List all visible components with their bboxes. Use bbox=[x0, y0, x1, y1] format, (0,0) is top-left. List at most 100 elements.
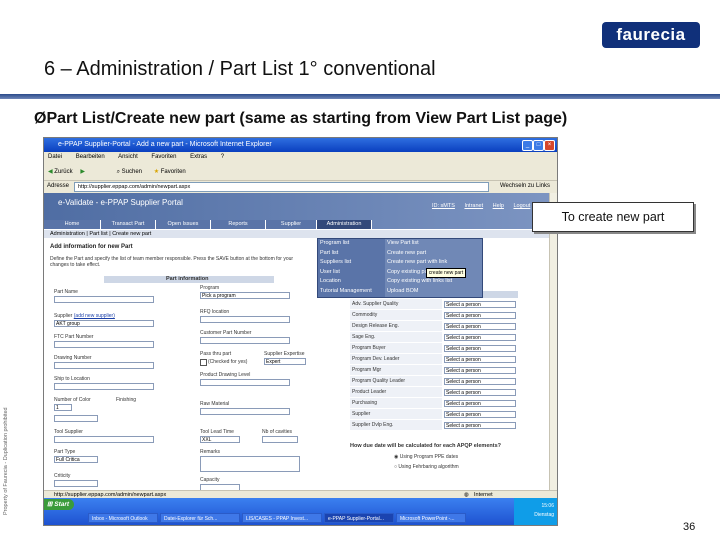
menu-favorites[interactable]: Favoriten bbox=[151, 154, 176, 160]
links-label[interactable]: Links bbox=[536, 181, 550, 192]
back-icon[interactable]: ◀ bbox=[48, 169, 53, 175]
taskbar-item-powerpoint[interactable]: Microsoft PowerPoint -... bbox=[396, 513, 466, 523]
supplier-expertise-select[interactable]: Expert bbox=[264, 358, 306, 365]
submenu-item-view-part-list[interactable]: View Part list bbox=[387, 239, 419, 249]
supplier-label-text: Supplier bbox=[54, 313, 73, 319]
go-button[interactable]: Wechseln zu bbox=[500, 181, 534, 192]
submenu-item-create-new-part[interactable]: Create new part bbox=[387, 249, 426, 259]
tool-supplier-input[interactable] bbox=[54, 436, 154, 443]
program-select[interactable]: Pick a program bbox=[200, 292, 290, 299]
ftc-part-number-input[interactable] bbox=[54, 341, 154, 348]
submenu-item-create-with-link[interactable]: Create new part with link bbox=[387, 258, 447, 268]
breadcrumb-part-list[interactable]: Part list bbox=[89, 231, 107, 237]
ftc-part-number-label: FTC Part Number bbox=[54, 334, 94, 340]
breadcrumb-administration[interactable]: Administration bbox=[44, 231, 85, 237]
tab-home[interactable]: Home bbox=[44, 220, 101, 229]
finishing-input[interactable] bbox=[54, 415, 98, 422]
role-person-select[interactable]: Select a person bbox=[444, 333, 516, 341]
drawing-number-input[interactable] bbox=[54, 362, 154, 369]
section-description: Define the Part and specify the list of … bbox=[50, 256, 294, 268]
search-button-label[interactable]: Suchen bbox=[122, 169, 142, 175]
rfq-location-input[interactable] bbox=[200, 316, 290, 323]
role-person-select[interactable]: Select a person bbox=[444, 355, 516, 363]
remarks-textarea[interactable] bbox=[200, 456, 300, 472]
product-drawing-level-input[interactable] bbox=[200, 379, 290, 386]
customer-part-number-input[interactable] bbox=[200, 337, 290, 344]
start-button[interactable]: ⊞ Start bbox=[44, 499, 74, 510]
forward-icon[interactable]: ▶ bbox=[80, 169, 85, 175]
tab-supplier[interactable]: Supplier bbox=[266, 220, 317, 229]
menu-bar: Datei Bearbeiten Ansicht Favoriten Extra… bbox=[44, 152, 557, 163]
address-input[interactable]: http://supplier.eppap.com/admin/newpart.… bbox=[74, 182, 489, 192]
role-person-select[interactable]: Select a person bbox=[444, 344, 516, 352]
maximize-button[interactable]: □ bbox=[533, 140, 544, 151]
taskbar: ⊞ Start Inbox - Microsoft Outlook Datei-… bbox=[44, 498, 557, 525]
pass-thru-checkbox[interactable] bbox=[200, 359, 207, 366]
tab-administration[interactable]: Administration bbox=[317, 220, 372, 229]
menu-item-user-list[interactable]: User list bbox=[320, 268, 340, 278]
submenu-item-copy-links[interactable]: Copy existing with links list bbox=[387, 277, 452, 287]
menu-file[interactable]: Datei bbox=[48, 154, 62, 160]
menu-edit[interactable]: Bearbeiten bbox=[76, 154, 105, 160]
submenu-item-copy-existing[interactable]: Copy existing part bbox=[387, 268, 431, 278]
tool-lead-time-select[interactable]: XXL bbox=[200, 436, 240, 443]
menu-item-suppliers-list[interactable]: Suppliers list bbox=[320, 258, 351, 268]
radio-selected-icon[interactable]: ◉ bbox=[394, 454, 398, 460]
part-name-input[interactable] bbox=[54, 296, 154, 303]
menu-help[interactable]: ? bbox=[221, 154, 224, 160]
part-type-select[interactable]: Full Critica bbox=[54, 456, 98, 463]
part-info-header: Part information bbox=[104, 276, 274, 283]
search-icon[interactable]: ⌕ bbox=[117, 169, 120, 175]
back-button-label[interactable]: Zurück bbox=[54, 169, 72, 175]
close-button[interactable]: × bbox=[544, 140, 555, 151]
tray-clock: 15:06 bbox=[541, 503, 554, 509]
role-person-select[interactable]: Select a person bbox=[444, 366, 516, 374]
menu-item-location[interactable]: Location bbox=[320, 277, 341, 287]
taskbar-item-supplier-portal[interactable]: e-PPAP Supplier-Portal... bbox=[324, 513, 394, 523]
tab-open-issues[interactable]: Open Issues bbox=[156, 220, 211, 229]
tab-reports[interactable]: Reports bbox=[211, 220, 266, 229]
menu-view[interactable]: Ansicht bbox=[118, 154, 138, 160]
role-person-select[interactable]: Select a person bbox=[444, 377, 516, 385]
supplier-select[interactable]: AKT group bbox=[54, 320, 154, 327]
role-person-select[interactable]: Select a person bbox=[444, 300, 516, 308]
breadcrumb-create-new-part[interactable]: Create new part bbox=[112, 231, 151, 237]
menu-item-program-list[interactable]: Program list bbox=[320, 239, 349, 249]
menu-item-part-list[interactable]: Part list bbox=[320, 249, 338, 259]
role-person-select[interactable]: Select a person bbox=[444, 399, 516, 407]
help-link[interactable]: Help bbox=[493, 203, 504, 209]
tray-day: Dienstag bbox=[534, 512, 554, 518]
page-scrollbar[interactable] bbox=[549, 193, 557, 490]
tab-transact-part[interactable]: Transact Part bbox=[101, 220, 156, 229]
raw-material-input[interactable] bbox=[200, 408, 290, 415]
radio-program-ppe[interactable]: ◉ Using Program PPE dates bbox=[394, 454, 458, 460]
role-person-select[interactable]: Select a person bbox=[444, 410, 516, 418]
taskbar-item-outlook[interactable]: Inbox - Microsoft Outlook bbox=[88, 513, 158, 523]
taskbar-item-ppap[interactable]: LIS/CASES - PPAP Invest... bbox=[242, 513, 322, 523]
table-row: Supplier Dvlp Eng. Select a person bbox=[350, 420, 518, 430]
radio-algorithm[interactable]: ○ Using Fehrbaring algorithm bbox=[394, 464, 459, 470]
nb-of-cavities-input[interactable] bbox=[262, 436, 298, 443]
number-of-color-select[interactable]: 1 bbox=[54, 404, 72, 411]
role-person-select[interactable]: Select a person bbox=[444, 421, 516, 429]
favorites-icon[interactable]: ★ bbox=[154, 169, 159, 175]
role-person-select[interactable]: Select a person bbox=[444, 311, 516, 319]
favorites-button-label[interactable]: Favoriten bbox=[161, 169, 186, 175]
logout-link[interactable]: Logout bbox=[513, 203, 530, 209]
taskbar-item-explorer[interactable]: Datei-Explorer für Sch... bbox=[160, 513, 240, 523]
role-person-select[interactable]: Select a person bbox=[444, 322, 516, 330]
radio-empty-icon[interactable]: ○ bbox=[394, 464, 397, 470]
role-name: Supplier Dvlp Eng. bbox=[350, 420, 442, 430]
add-new-supplier-link[interactable]: (add new supplier) bbox=[74, 313, 115, 319]
menu-tools[interactable]: Extras bbox=[190, 154, 207, 160]
criticity-input[interactable] bbox=[54, 480, 98, 487]
table-row: Commodity Select a person bbox=[350, 310, 518, 320]
menu-item-tutorial-management[interactable]: Tutorial Management bbox=[320, 287, 372, 297]
intranet-link[interactable]: Intranet bbox=[464, 203, 483, 209]
submenu-item-upload-bom[interactable]: Upload BOM bbox=[387, 287, 419, 297]
user-id-link[interactable]: ID: sMTS bbox=[432, 203, 455, 209]
role-person-select[interactable]: Select a person bbox=[444, 388, 516, 396]
ship-to-location-input[interactable] bbox=[54, 383, 154, 390]
tool-supplier-label: Tool Supplier bbox=[54, 429, 83, 435]
minimize-button[interactable]: _ bbox=[522, 140, 533, 151]
